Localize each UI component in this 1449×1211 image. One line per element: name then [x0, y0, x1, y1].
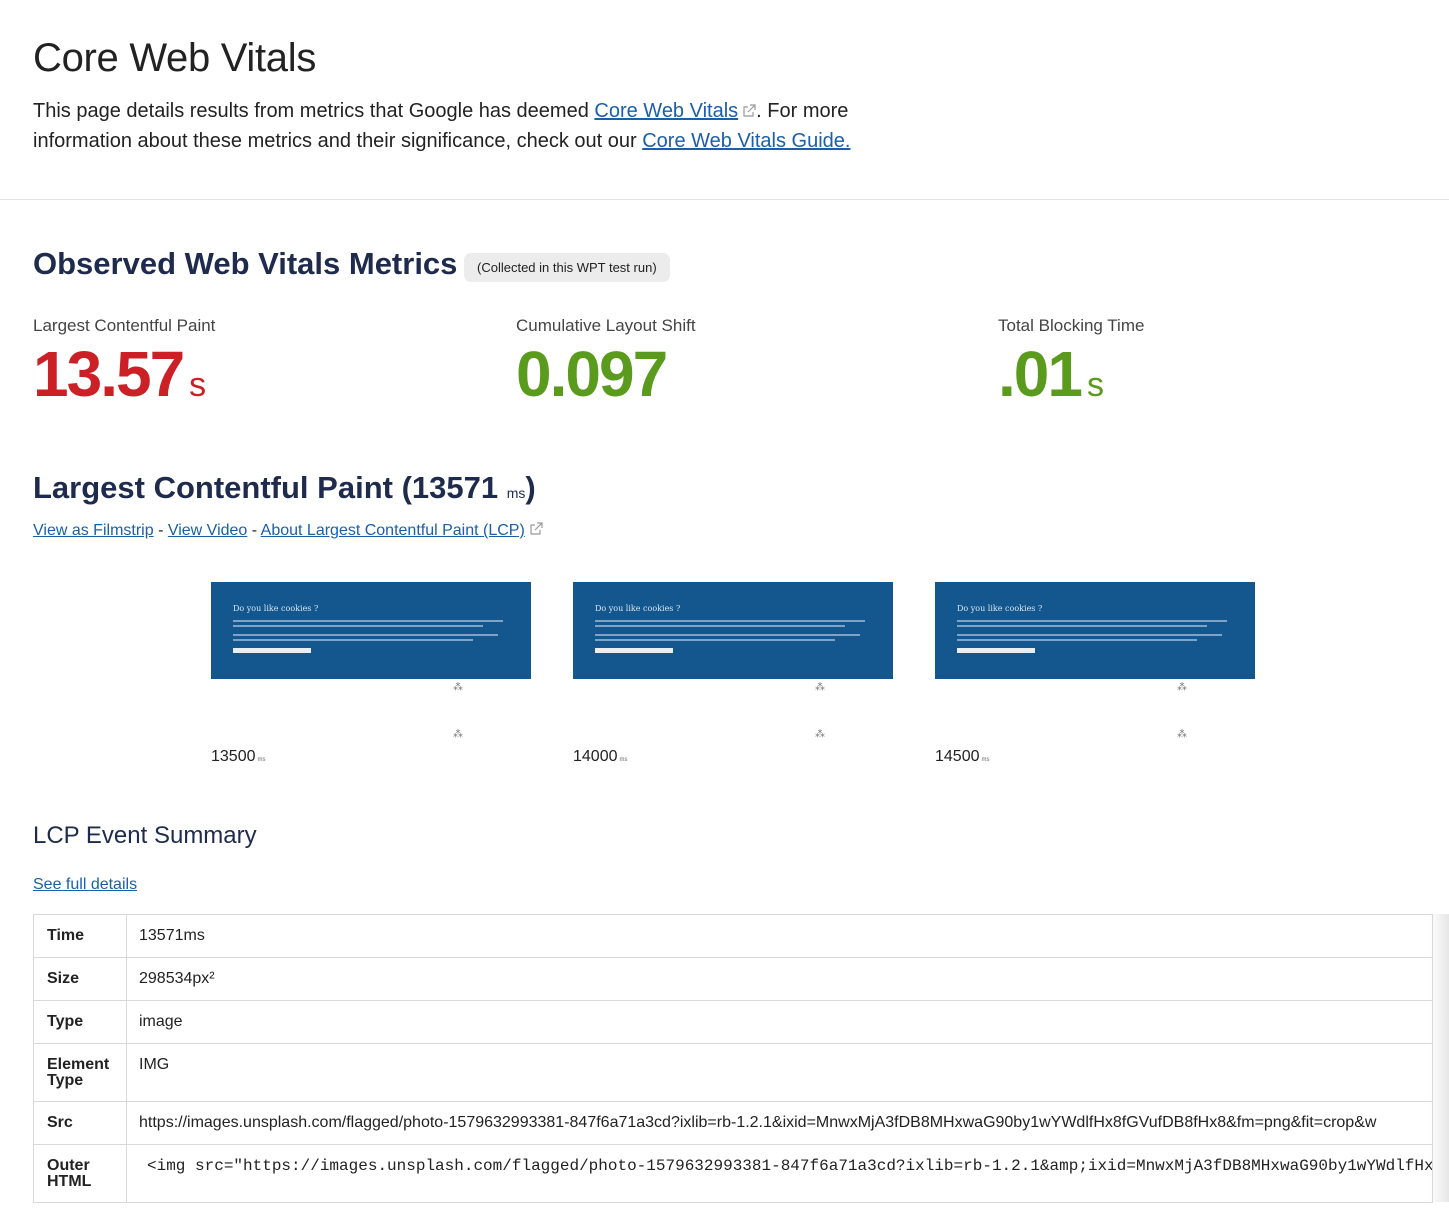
metric-value: 0.097	[516, 342, 696, 406]
text-line	[233, 639, 473, 641]
metric-unit: s	[1086, 366, 1104, 404]
row-value: <img src="https://images.unsplash.com/fl…	[126, 1144, 1433, 1203]
table-row: Size 298534px²	[33, 957, 1433, 1001]
metric-lcp: Largest Contentful Paint 13.57 s	[33, 316, 215, 417]
metric-label: Cumulative Layout Shift	[516, 316, 696, 335]
frame-button	[233, 648, 311, 653]
frame-time-unit: ms	[257, 757, 266, 763]
loading-spinner-icon: ⁂	[815, 729, 825, 740]
collected-badge: (Collected in this WPT test run)	[464, 253, 670, 282]
frame-time: 13500 ms	[211, 748, 266, 766]
core-web-vitals-guide-link[interactable]: Core Web Vitals Guide.	[642, 130, 850, 152]
table-row: Type image	[33, 1000, 1433, 1044]
about-lcp-link[interactable]: About Largest Contentful Paint (LCP)	[261, 522, 525, 539]
frame-time-value: 13500	[211, 748, 256, 765]
loading-spinner-icon: ⁂	[453, 682, 463, 693]
filmstrip-frame[interactable]: Do you like cookies ? ⁂ ⁂ 13500 ms	[211, 582, 531, 765]
row-label: Src	[33, 1101, 127, 1145]
page-title: Core Web Vitals	[33, 36, 317, 80]
link-separator: -	[247, 522, 261, 539]
row-value: image	[126, 1000, 1433, 1044]
frame-caption: Do you like cookies ?	[233, 604, 319, 613]
metric-number: .01	[998, 338, 1083, 410]
view-video-link[interactable]: View Video	[168, 522, 247, 539]
frame-time-unit: ms	[981, 757, 990, 763]
lcp-summary-title: LCP Event Summary	[33, 822, 257, 849]
table-scroll-shadow	[1430, 914, 1449, 1202]
metric-number: 0.097	[516, 338, 668, 410]
loading-spinner-icon: ⁂	[1177, 729, 1187, 740]
metric-value: 13.57 s	[33, 342, 215, 417]
page-header: Core Web Vitals This page details result…	[0, 0, 1449, 200]
text-line	[957, 634, 1222, 636]
metric-label: Largest Contentful Paint	[33, 316, 216, 335]
text-line	[595, 625, 845, 627]
external-link-icon	[530, 522, 543, 535]
metric-cls: Cumulative Layout Shift 0.097	[516, 316, 696, 406]
view-filmstrip-link[interactable]: View as Filmstrip	[33, 522, 154, 539]
row-label: Time	[33, 914, 127, 958]
link-separator: -	[153, 522, 168, 539]
frame-time: 14500 ms	[935, 748, 990, 766]
text-line	[595, 639, 835, 641]
row-label: Outer HTML	[33, 1144, 127, 1203]
row-label: Size	[33, 957, 127, 1001]
frame-time: 14000 ms	[573, 748, 628, 766]
intro-text-part: This page details results from metrics t…	[33, 100, 595, 122]
metric-label: Total Blocking Time	[998, 316, 1145, 335]
frame-time-value: 14500	[935, 748, 980, 765]
loading-spinner-icon: ⁂	[453, 729, 463, 740]
external-link-icon	[743, 104, 756, 117]
loading-spinner-icon: ⁂	[815, 682, 825, 693]
lcp-title-text: Largest Contentful Paint (13571	[33, 470, 499, 505]
loading-spinner-icon: ⁂	[1177, 682, 1187, 693]
table-row: Element Type IMG	[33, 1043, 1433, 1102]
lcp-links: View as Filmstrip - View Video - About L…	[33, 522, 543, 540]
core-web-vitals-link[interactable]: Core Web Vitals	[594, 100, 738, 122]
intro-text: This page details results from metrics t…	[33, 96, 893, 156]
frame-caption: Do you like cookies ?	[595, 604, 681, 613]
metric-tbt: Total Blocking Time .01 s	[998, 316, 1144, 417]
frame-button	[595, 648, 673, 653]
frame-thumbnail: Do you like cookies ?	[935, 582, 1255, 679]
metric-unit: s	[189, 366, 207, 404]
text-line	[595, 634, 860, 636]
text-line	[957, 639, 1197, 641]
text-line	[233, 620, 503, 622]
lcp-title-close: )	[525, 470, 536, 505]
observed-metrics-title: Observed Web Vitals Metrics	[33, 246, 458, 281]
text-line	[595, 620, 865, 622]
metric-value: .01 s	[998, 342, 1144, 417]
metric-number: 13.57	[33, 338, 185, 410]
row-label: Type	[33, 1000, 127, 1044]
filmstrip-frame[interactable]: Do you like cookies ? ⁂ ⁂ 14000 ms	[573, 582, 893, 765]
text-line	[957, 620, 1227, 622]
frame-time-unit: ms	[619, 757, 628, 763]
row-value: 298534px²	[126, 957, 1433, 1001]
row-value: IMG	[126, 1043, 1433, 1102]
table-row: Outer HTML <img src="https://images.unsp…	[33, 1144, 1433, 1203]
row-label: Element Type	[33, 1043, 127, 1102]
frame-thumbnail: Do you like cookies ?	[211, 582, 531, 679]
lcp-summary-table: Time 13571ms Size 298534px² Type image E…	[33, 914, 1433, 1203]
filmstrip-frame[interactable]: Do you like cookies ? ⁂ ⁂ 14500 ms	[935, 582, 1255, 765]
frame-button	[957, 648, 1035, 653]
text-line	[233, 634, 498, 636]
row-value: https://images.unsplash.com/flagged/phot…	[126, 1101, 1433, 1145]
see-full-details-link[interactable]: See full details	[33, 876, 137, 894]
table-row: Src https://images.unsplash.com/flagged/…	[33, 1101, 1433, 1145]
text-line	[233, 625, 483, 627]
frame-time-value: 14000	[573, 748, 618, 765]
table-row: Time 13571ms	[33, 914, 1433, 958]
row-value: 13571ms	[126, 914, 1433, 958]
frame-caption: Do you like cookies ?	[957, 604, 1043, 613]
lcp-section-title: Largest Contentful Paint (13571 ms)	[33, 470, 536, 506]
text-line	[957, 625, 1207, 627]
lcp-title-unit: ms	[506, 485, 526, 501]
frame-thumbnail: Do you like cookies ?	[573, 582, 893, 679]
